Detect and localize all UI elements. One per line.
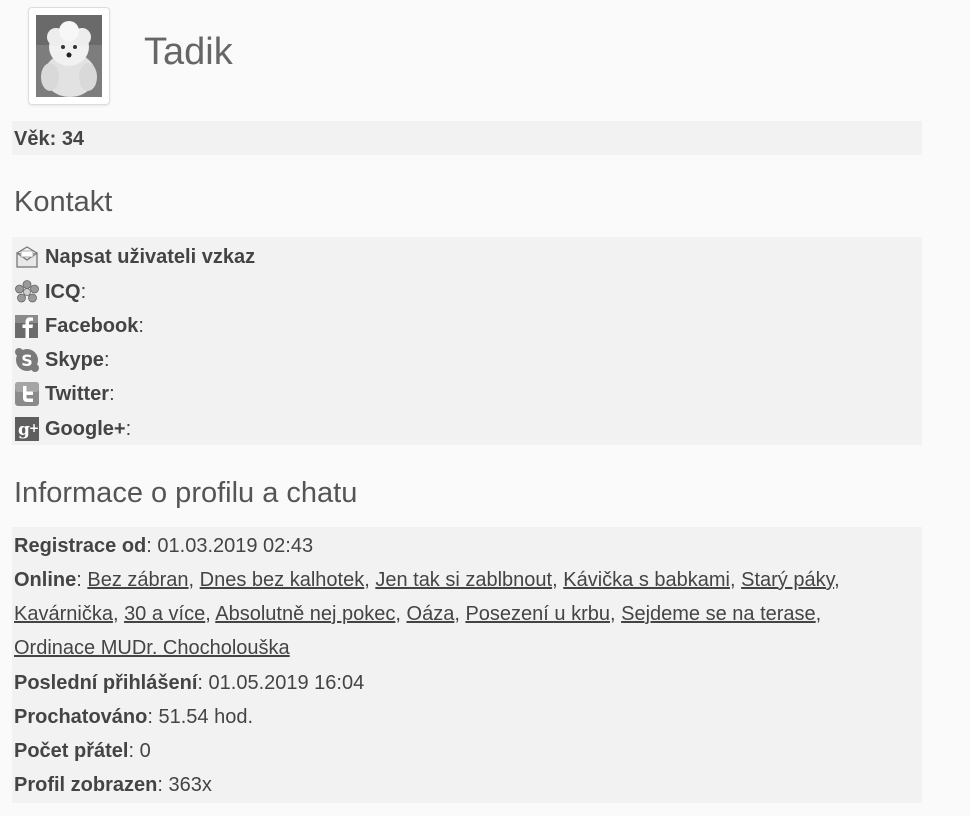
contact-label-icq: ICQ — [45, 280, 81, 303]
registration-label: Registrace od — [14, 535, 147, 557]
online-room-link[interactable]: Oáza — [407, 603, 455, 625]
contact-value-google-plus: : — [125, 417, 132, 440]
online-room-link[interactable]: Kávička s babkami — [563, 569, 730, 591]
contact-label-facebook: Facebook — [45, 314, 139, 337]
skype-icon: S — [15, 348, 39, 372]
online-room-link[interactable]: 30 a více — [124, 603, 205, 625]
online-room-link[interactable]: Ordinace MUDr. Chocholouška — [14, 637, 290, 659]
chatted-label: Prochatováno — [14, 706, 148, 728]
facebook-icon — [15, 315, 38, 338]
age-value: 34 — [61, 128, 85, 150]
contact-row-skype: S Skype: — [14, 345, 110, 375]
contact-row-twitter: Twitter: — [14, 379, 115, 409]
contact-label-message: Napsat uživateli vzkaz — [45, 245, 256, 268]
friends-value: 0 — [139, 740, 151, 762]
contact-value-skype: : — [103, 348, 110, 371]
chatted-row: Prochatováno: 51.54 hod. — [14, 706, 254, 728]
last-login-row: Poslední přihlášení: 01.05.2019 16:04 — [14, 672, 365, 694]
friends-row: Počet přátel: 0 — [14, 740, 151, 762]
svg-text:+: + — [29, 421, 39, 435]
profile-page: Tadik Věk: 34 Kontakt Napsat uživateli v… — [0, 0, 970, 816]
contact-row-facebook: Facebook: — [14, 311, 144, 341]
chatted-value: 51.54 hod. — [158, 706, 254, 728]
contact-label-google-plus: Google+ — [45, 417, 126, 440]
svg-text:S: S — [21, 351, 33, 370]
google-plus-icon: g + — [15, 417, 39, 441]
online-label: Online — [14, 569, 77, 591]
contact-panel: Napsat uživateli vzkaz ICQ: Facebook: S… — [12, 237, 922, 445]
online-room-link[interactable]: Dnes bez kalhotek — [200, 569, 365, 591]
online-room-link[interactable]: Posezení u krbu — [465, 603, 610, 625]
online-room-link[interactable]: Kavárnička — [14, 603, 113, 625]
info-section-title: Informace o profilu a chatu — [14, 477, 358, 509]
views-value: 363x — [168, 774, 212, 796]
views-row: Profil zobrazen: 363x — [14, 774, 212, 796]
icq-flower-icon — [15, 280, 39, 303]
contact-section-title: Kontakt — [14, 186, 113, 218]
online-rooms: Online: Bez zábran, Dnes bez kalhotek, J… — [14, 569, 840, 659]
info-panel: Registrace od: 01.03.2019 02:43 Online: … — [12, 527, 922, 803]
contact-value-facebook: : — [138, 314, 144, 337]
online-room-link[interactable]: Jen tak si zablbnout — [375, 569, 552, 591]
envelope-icon — [16, 246, 38, 268]
contact-value-icq: : — [80, 280, 87, 303]
views-label: Profil zobrazen — [14, 774, 158, 796]
contact-row-message[interactable]: Napsat uživateli vzkaz — [14, 242, 255, 272]
last-login-label: Poslední přihlášení — [14, 672, 198, 694]
last-login-value: 01.05.2019 16:04 — [208, 672, 365, 694]
age-label: Věk: — [14, 128, 57, 150]
online-room-link[interactable]: Sejdeme se na terase — [621, 603, 816, 625]
friends-label: Počet přátel — [14, 740, 129, 762]
contact-value-twitter: : — [109, 382, 115, 405]
contact-label-skype: Skype — [45, 348, 104, 371]
avatar[interactable] — [28, 7, 110, 105]
age-panel: Věk: 34 — [12, 121, 922, 155]
registration-value: 01.03.2019 02:43 — [157, 535, 314, 557]
contact-row-icq: ICQ: — [14, 277, 86, 307]
online-room-link[interactable]: Starý páky — [741, 569, 834, 591]
age-line: Věk: 34 — [14, 128, 84, 151]
profile-username: Tadik — [144, 31, 233, 73]
contact-row-google-plus: g + Google+: — [14, 414, 131, 444]
contact-label-twitter: Twitter — [45, 382, 110, 405]
twitter-icon — [15, 382, 39, 406]
registration-row: Registrace od: 01.03.2019 02:43 — [14, 535, 314, 557]
online-room-link[interactable]: Absolutně nej pokec — [215, 603, 395, 625]
online-room-link[interactable]: Bez zábran — [87, 569, 188, 591]
avatar-image — [36, 15, 102, 97]
